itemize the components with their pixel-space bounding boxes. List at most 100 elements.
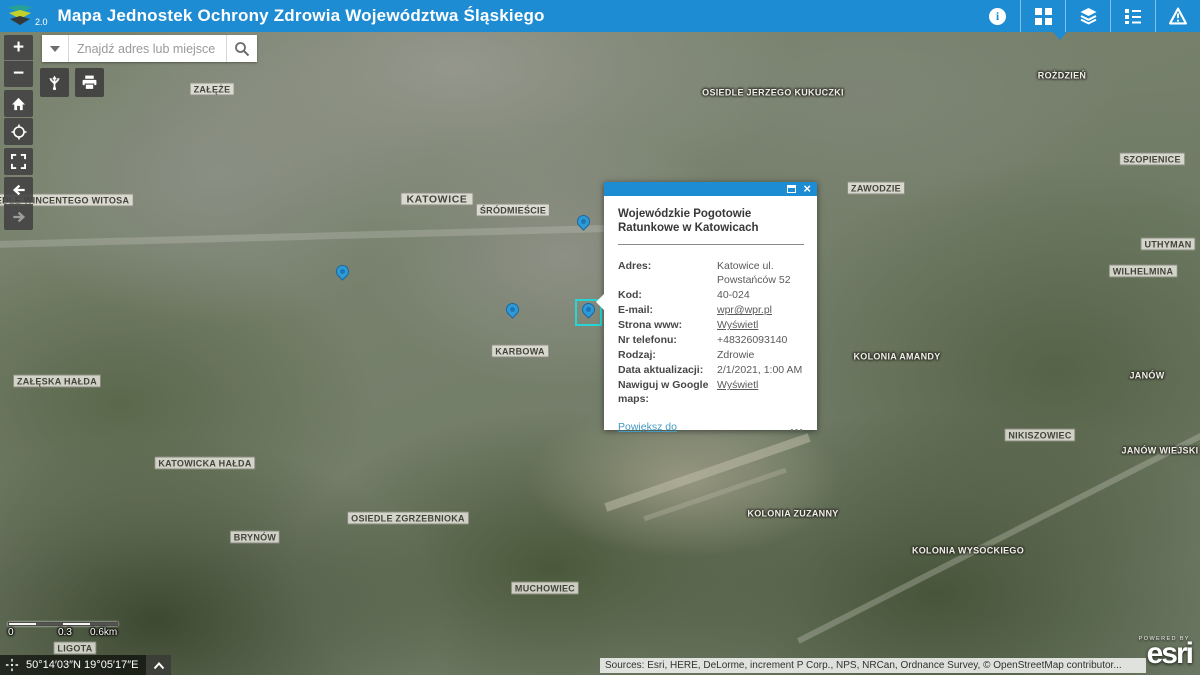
scalebar-tick: 0 bbox=[8, 627, 14, 638]
legend-button[interactable] bbox=[1110, 0, 1155, 32]
map-label: NIKISZOWIEC bbox=[1004, 429, 1075, 442]
field-value[interactable]: wpr@wpr.pl bbox=[717, 303, 804, 317]
field-value[interactable]: Wyświetl bbox=[717, 318, 804, 332]
search-icon bbox=[234, 41, 250, 57]
popup-title: Wojewódzkie Pogotowie Ratunkowe w Katowi… bbox=[618, 207, 804, 235]
more-options-button[interactable]: ... bbox=[790, 424, 804, 430]
popup-field-row: Adres:Katowice ul. Powstańców 52 bbox=[618, 259, 804, 287]
map-label: WILHELMINA bbox=[1109, 265, 1178, 278]
map-label: LIGOTA bbox=[53, 642, 96, 655]
search-button[interactable] bbox=[226, 35, 257, 62]
info-button[interactable]: i bbox=[975, 0, 1020, 32]
map-label: OSIEDLE ZGRZEBNIOKA bbox=[347, 512, 469, 525]
forward-arrow-icon bbox=[11, 210, 27, 224]
map-label: JANÓW bbox=[1126, 369, 1169, 382]
map-label: KOLONIA ZUZANNY bbox=[743, 507, 842, 520]
chevron-down-icon bbox=[50, 46, 60, 52]
map-label: KOLONIA WYSOCKIEGO bbox=[908, 544, 1028, 557]
divider bbox=[618, 244, 804, 245]
map-marker[interactable] bbox=[503, 300, 521, 318]
field-value: Katowice ul. Powstańców 52 bbox=[717, 259, 804, 287]
warning-button[interactable] bbox=[1155, 0, 1200, 32]
coordinates-widget: 50°14′03″N 19°05′17″E bbox=[0, 655, 171, 675]
home-button[interactable] bbox=[4, 90, 33, 117]
map-label: ŚRÓDMIEŚCIE bbox=[476, 204, 550, 217]
locate-icon bbox=[11, 124, 27, 140]
popup-field-row: Rodzaj:Zdrowie bbox=[618, 348, 804, 362]
directions-icon bbox=[46, 74, 63, 91]
map-attribution: Sources: Esri, HERE, DeLorme, increment … bbox=[600, 658, 1146, 673]
scalebar-tick: 0.3 bbox=[58, 627, 72, 638]
map-label: OSIEDLE JERZEGO KUKUCZKI bbox=[698, 86, 848, 99]
field-label: Nr telefonu: bbox=[618, 333, 717, 347]
esri-brand: esri bbox=[1139, 642, 1192, 666]
scalebar-labels: 0 0.3 0.6km bbox=[8, 626, 120, 638]
next-extent-button[interactable] bbox=[4, 204, 33, 230]
zoom-in-button[interactable]: + bbox=[4, 35, 33, 61]
field-value: 2/1/2021, 1:00 AM bbox=[717, 363, 804, 377]
coordinates-expand-button[interactable] bbox=[146, 655, 171, 675]
popup-fields: Adres:Katowice ul. Powstańców 52Kod:40-0… bbox=[618, 259, 804, 406]
field-label: Kod: bbox=[618, 288, 717, 302]
map-label: ROŻDZIEŃ bbox=[1034, 69, 1090, 82]
back-arrow-icon bbox=[11, 183, 27, 197]
scalebar-tick: 0.6km bbox=[90, 627, 117, 638]
popup-body: Wojewódzkie Pogotowie Ratunkowe w Katowi… bbox=[604, 196, 817, 441]
zoom-out-button[interactable]: − bbox=[4, 61, 33, 87]
print-button[interactable] bbox=[75, 68, 104, 97]
layers-button[interactable] bbox=[1065, 0, 1110, 32]
active-tool-pointer bbox=[1053, 32, 1067, 40]
popup-field-row: Nawiguj w Google maps:Wyświetl bbox=[618, 378, 804, 406]
scalebar: 0 0.3 0.6km bbox=[8, 622, 120, 638]
field-value: +48326093140 bbox=[717, 333, 804, 347]
map-label: JANÓW WIEJSKI bbox=[1118, 444, 1200, 457]
locate-button[interactable] bbox=[4, 118, 33, 145]
popup-footer: Powiększ do ... bbox=[618, 421, 804, 433]
fullscreen-button[interactable] bbox=[4, 148, 33, 175]
map-label: KATOWICKA HAŁDA bbox=[154, 457, 255, 470]
popup-titlebar: × bbox=[604, 182, 817, 196]
popup-field-row: E-mail:wpr@wpr.pl bbox=[618, 303, 804, 317]
search-input[interactable] bbox=[69, 35, 226, 62]
close-icon[interactable]: × bbox=[803, 183, 811, 195]
map-marker[interactable] bbox=[574, 212, 592, 230]
popup-arrow bbox=[596, 294, 604, 310]
app-logo: 2.0 bbox=[6, 5, 48, 28]
map-label: KARBOWA bbox=[491, 345, 549, 358]
field-label: E-mail: bbox=[618, 303, 717, 317]
map-texture bbox=[797, 402, 1200, 643]
basemap-gallery-button[interactable] bbox=[1020, 0, 1065, 32]
field-value: Zdrowie bbox=[717, 348, 804, 362]
chevron-up-icon bbox=[153, 661, 165, 670]
application-window: KOSZUTKAROŻDZIEŃOSIEDLE JERZEGO KUKUCZKI… bbox=[0, 0, 1200, 675]
map-label: SZOPIENICE bbox=[1119, 153, 1185, 166]
info-icon: i bbox=[989, 8, 1006, 25]
field-value: 40-024 bbox=[717, 288, 804, 302]
map-label: KOLONIA AMANDY bbox=[849, 350, 944, 363]
field-value[interactable]: Wyświetl bbox=[717, 378, 804, 406]
layers-icon bbox=[1079, 7, 1098, 25]
map-label: ZAŁĘSKA HAŁDA bbox=[13, 375, 101, 388]
maximize-icon[interactable] bbox=[787, 185, 796, 193]
home-icon bbox=[11, 97, 26, 111]
app-header: 2.0 Mapa Jednostek Ochrony Zdrowia Wojew… bbox=[0, 0, 1200, 32]
field-label: Adres: bbox=[618, 259, 717, 287]
page-title: Mapa Jednostek Ochrony Zdrowia Województ… bbox=[58, 6, 545, 26]
fullscreen-icon bbox=[11, 154, 26, 169]
map-marker[interactable] bbox=[333, 262, 351, 280]
zoom-to-link[interactable]: Powiększ do bbox=[618, 421, 677, 433]
crosshair-icon[interactable] bbox=[0, 658, 24, 672]
map-texture bbox=[0, 223, 700, 249]
field-label: Rodzaj: bbox=[618, 348, 717, 362]
field-label: Data aktualizacji: bbox=[618, 363, 717, 377]
previous-extent-button[interactable] bbox=[4, 177, 33, 203]
geoportal-logo-icon bbox=[6, 5, 34, 28]
esri-logo: POWERED BY esri bbox=[1139, 636, 1192, 666]
map-canvas[interactable]: KOSZUTKAROŻDZIEŃOSIEDLE JERZEGO KUKUCZKI… bbox=[0, 0, 1200, 675]
directions-button[interactable] bbox=[40, 68, 69, 97]
search-source-dropdown[interactable] bbox=[42, 35, 69, 62]
field-label: Strona www: bbox=[618, 318, 717, 332]
map-label: KATOWICE bbox=[401, 193, 474, 206]
field-label: Nawiguj w Google maps: bbox=[618, 378, 717, 406]
warning-icon bbox=[1168, 7, 1188, 25]
